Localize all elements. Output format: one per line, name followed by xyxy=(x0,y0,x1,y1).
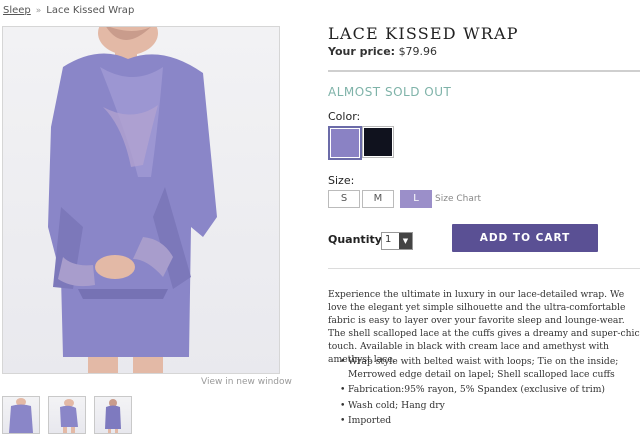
quantity-select[interactable]: 1 ▼ xyxy=(381,232,413,250)
size-option-l[interactable]: L xyxy=(400,190,432,208)
price-label: Your price: xyxy=(328,45,396,58)
view-in-new-window-link[interactable]: View in new window xyxy=(201,377,292,387)
add-to-cart-button[interactable]: ADD TO CART xyxy=(452,224,598,252)
price-line: Your price: $79.96 xyxy=(328,45,437,58)
color-swatch-black[interactable] xyxy=(362,126,394,158)
quantity-label: Quantity: xyxy=(328,233,387,246)
feature-item: Imported xyxy=(340,415,640,428)
breadcrumb-separator: » xyxy=(35,6,42,16)
color-label: Color: xyxy=(328,110,361,123)
thumbnail-2[interactable] xyxy=(48,396,86,434)
color-swatch-purple[interactable] xyxy=(328,126,362,160)
stock-status: ALMOST SOLD OUT xyxy=(328,85,452,99)
product-description: Experience the ultimate in luxury in our… xyxy=(328,289,640,365)
size-chart-link[interactable]: Size Chart xyxy=(435,194,481,204)
quantity-value: 1 xyxy=(385,234,392,245)
divider xyxy=(328,268,640,269)
breadcrumb-current: Lace Kissed Wrap xyxy=(46,5,135,16)
thumbnail-3[interactable] xyxy=(94,396,132,434)
feature-item: Wrap style with belted waist with loops;… xyxy=(340,356,640,381)
product-title: LACE KISSED WRAP xyxy=(328,24,519,43)
product-main-image[interactable] xyxy=(2,26,280,374)
chevron-down-icon: ▼ xyxy=(399,233,412,249)
breadcrumb: Sleep » Lace Kissed Wrap xyxy=(3,5,134,16)
divider xyxy=(328,70,640,72)
size-option-m[interactable]: M xyxy=(362,190,394,208)
breadcrumb-link-sleep[interactable]: Sleep xyxy=(3,5,31,16)
size-option-s[interactable]: S xyxy=(328,190,360,208)
thumbnail-1[interactable] xyxy=(2,396,40,434)
price-value: $79.96 xyxy=(398,45,438,58)
robe-model-illustration xyxy=(48,27,217,373)
feature-list: Wrap style with belted waist with loops;… xyxy=(340,356,640,431)
feature-item: Fabrication:95% rayon, 5% Spandex (exclu… xyxy=(340,384,640,397)
feature-item: Wash cold; Hang dry xyxy=(340,400,640,413)
size-label: Size: xyxy=(328,174,355,187)
